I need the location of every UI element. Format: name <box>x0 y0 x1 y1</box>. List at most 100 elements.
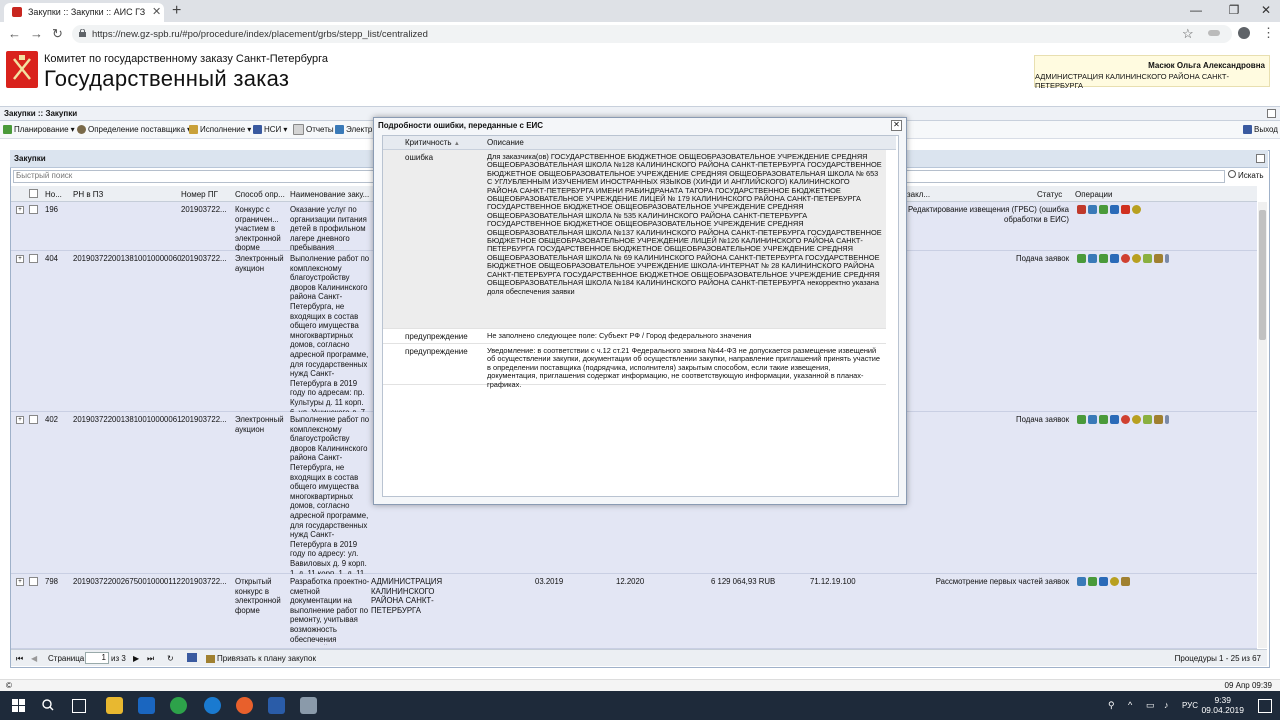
select-all-checkbox[interactable] <box>29 189 38 198</box>
chart-icon[interactable] <box>1088 415 1097 424</box>
col-rn[interactable]: РН в ПЗ <box>73 190 103 199</box>
row-checkbox[interactable] <box>29 577 38 586</box>
sign-icon[interactable] <box>1110 577 1119 586</box>
browser-tab[interactable]: Закупки :: Закупки :: АИС ГЗ ✕ <box>4 3 164 22</box>
grid-scrollbar[interactable] <box>1258 202 1267 648</box>
modal-row[interactable]: ошибка Для заказчика(ов) ГОСУДАРСТВЕННОЕ… <box>383 150 886 329</box>
new-tab-button[interactable]: + <box>172 2 181 20</box>
last-page-icon[interactable]: ⏭ <box>147 654 154 664</box>
archive-icon[interactable] <box>1154 254 1163 263</box>
tab-close-icon[interactable]: ✕ <box>152 5 161 18</box>
notifications-icon[interactable] <box>1258 699 1272 713</box>
approve-icon[interactable] <box>1143 415 1152 424</box>
menu-execution[interactable]: Исполнение ▾ <box>189 124 251 135</box>
col-severity[interactable]: Критичность ▲ <box>405 138 460 147</box>
collapse-header-icon[interactable] <box>1267 109 1276 118</box>
first-page-icon[interactable]: ⏮ <box>16 654 23 664</box>
approve-icon[interactable] <box>1143 254 1152 263</box>
bookmark-star-icon[interactable]: ☆ <box>1182 26 1194 42</box>
menu-electronic[interactable]: Электр <box>335 124 372 135</box>
col-method[interactable]: Способ опр... <box>235 190 285 199</box>
window-maximize-button[interactable]: ❐ <box>1226 3 1242 17</box>
bind-plan-button[interactable]: Привязать к плану закупок <box>206 654 316 663</box>
url-field[interactable]: https://new.gz-spb.ru/#po/procedure/inde… <box>72 25 1232 43</box>
expand-row-icon[interactable]: + <box>16 578 24 586</box>
windows-start-icon[interactable] <box>12 699 25 712</box>
app-window-icon[interactable] <box>300 697 317 714</box>
chart-icon[interactable] <box>1077 577 1086 586</box>
expand-row-icon[interactable]: + <box>16 416 24 424</box>
menu-planning[interactable]: Планирование ▾ <box>3 124 75 135</box>
expand-row-icon[interactable]: + <box>16 206 24 214</box>
next-page-icon[interactable]: ▶ <box>133 654 139 663</box>
stop-icon[interactable] <box>1121 415 1130 424</box>
search-icon[interactable] <box>42 699 54 711</box>
menu-nsi[interactable]: НСИ ▾ <box>253 124 287 135</box>
card-icon[interactable] <box>1110 415 1119 424</box>
forward-arrow-icon[interactable]: → <box>30 26 43 41</box>
back-arrow-icon[interactable]: ← <box>8 26 21 41</box>
firefox-icon[interactable] <box>236 697 253 714</box>
binoculars-icon[interactable] <box>1099 254 1108 263</box>
edge-icon[interactable] <box>204 697 221 714</box>
page-number-input[interactable]: 1 <box>85 652 109 664</box>
word-icon[interactable] <box>268 697 285 714</box>
sign-icon[interactable] <box>1132 254 1141 263</box>
col-name[interactable]: Наименование заку... <box>290 190 369 199</box>
col-zakl[interactable]: закл... <box>907 190 930 199</box>
col-no[interactable]: Но... <box>45 190 62 199</box>
table-row[interactable]: + 798 2019037220026750010000112 20190372… <box>11 574 1257 649</box>
menu-reports[interactable]: Отчеты <box>293 124 334 135</box>
language-indicator[interactable]: РУС <box>1182 701 1198 710</box>
panel-tool-icon[interactable] <box>1256 154 1265 163</box>
tray-expand-icon[interactable]: ^ <box>1128 700 1132 710</box>
row-checkbox[interactable] <box>29 254 38 263</box>
info-icon[interactable] <box>1165 415 1169 424</box>
expand-row-icon[interactable]: + <box>16 255 24 263</box>
refresh-icon[interactable]: ↻ <box>167 654 174 663</box>
binoculars-icon[interactable] <box>1099 415 1108 424</box>
sign-icon[interactable] <box>1132 415 1141 424</box>
delete-icon[interactable] <box>1121 205 1130 214</box>
chart-icon[interactable] <box>1088 205 1097 214</box>
outlook-icon[interactable] <box>138 697 155 714</box>
menu-supplier[interactable]: Определение поставщика▾ <box>77 124 191 135</box>
col-status[interactable]: Статус <box>1037 190 1062 199</box>
chrome-icon[interactable] <box>170 697 187 714</box>
col-ops[interactable]: Операции <box>1075 190 1112 199</box>
modal-row[interactable]: предупреждение Не заполнено следующее по… <box>383 329 886 344</box>
check-icon[interactable] <box>1077 415 1086 424</box>
card-icon[interactable] <box>1110 254 1119 263</box>
modal-row[interactable]: предупреждение Уведомление: в соответств… <box>383 344 886 388</box>
archive-icon[interactable] <box>1154 415 1163 424</box>
sign-icon[interactable] <box>1132 205 1141 214</box>
window-minimize-button[interactable]: — <box>1188 3 1204 17</box>
network-icon[interactable]: ▭ <box>1146 700 1155 711</box>
row-checkbox[interactable] <box>29 205 38 214</box>
prev-page-icon[interactable]: ◀ <box>31 654 37 663</box>
scrollbar-thumb[interactable] <box>1259 210 1266 340</box>
check-icon[interactable] <box>1077 254 1086 263</box>
chart-icon[interactable] <box>1088 254 1097 263</box>
error-icon[interactable] <box>1077 205 1086 214</box>
extension-icon[interactable] <box>1208 30 1220 36</box>
row-checkbox[interactable] <box>29 415 38 424</box>
save-icon[interactable] <box>187 653 197 662</box>
stop-icon[interactable] <box>1121 254 1130 263</box>
card-icon[interactable] <box>1099 577 1108 586</box>
exit-button[interactable]: Выход <box>1243 124 1278 135</box>
user-tray-icon[interactable]: ⚲ <box>1108 700 1115 711</box>
taskbar-clock[interactable]: 9:39 09.04.2019 <box>1201 695 1244 715</box>
window-close-button[interactable]: ✕ <box>1258 3 1274 17</box>
binoculars-icon[interactable] <box>1088 577 1097 586</box>
card-icon[interactable] <box>1110 205 1119 214</box>
file-explorer-icon[interactable] <box>106 697 123 714</box>
binoculars-icon[interactable] <box>1099 205 1108 214</box>
col-description[interactable]: Описание <box>487 138 524 147</box>
browser-menu-icon[interactable]: ⋮ <box>1262 25 1275 41</box>
modal-close-button[interactable]: ✕ <box>891 120 902 131</box>
profile-avatar-icon[interactable] <box>1238 27 1250 39</box>
volume-icon[interactable]: ♪ <box>1164 700 1169 710</box>
info-icon[interactable] <box>1165 254 1169 263</box>
archive-icon[interactable] <box>1121 577 1130 586</box>
